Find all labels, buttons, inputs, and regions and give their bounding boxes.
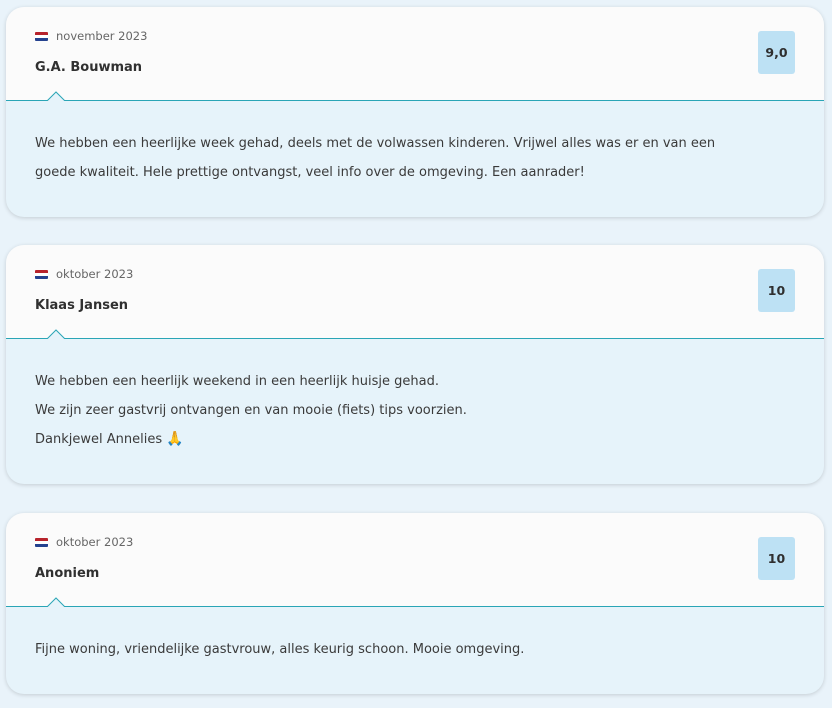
review-card: november 2023 G.A. Bouwman 9,0 We hebben… [6, 7, 824, 217]
folded-hands-icon: 🙏 [166, 431, 184, 447]
review-score: 10 [758, 269, 795, 312]
netherlands-flag-icon [35, 269, 48, 279]
review-text-line: We hebben een heerlijke week gehad, deel… [35, 136, 716, 151]
review-score: 9,0 [758, 31, 795, 74]
review-text-line-content: Dankjewel Annelies [35, 432, 163, 447]
reviewer-name: Klaas Jansen [35, 298, 129, 313]
netherlands-flag-icon [35, 537, 48, 547]
review-card: oktober 2023 Klaas Jansen 10 We hebben e… [6, 245, 824, 484]
review-body: Fijne woning, vriendelijke gastvrouw, al… [6, 607, 824, 664]
speech-notch-icon [47, 597, 65, 607]
review-body: We hebben een heerlijk weekend in een he… [6, 339, 824, 454]
speech-notch-icon [47, 329, 65, 339]
review-date: oktober 2023 [56, 267, 134, 281]
review-header: november 2023 G.A. Bouwman 9,0 [6, 7, 824, 101]
review-text-line: Fijne woning, vriendelijke gastvrouw, al… [35, 642, 525, 657]
review-text-line: We zijn zeer gastvrij ontvangen en van m… [35, 403, 467, 418]
reviewer-name: G.A. Bouwman [35, 60, 143, 75]
review-meta: november 2023 [35, 29, 147, 43]
review-card: oktober 2023 Anoniem 10 Fijne woning, vr… [6, 513, 824, 694]
review-text-line: goede kwaliteit. Hele prettige ontvangst… [35, 165, 585, 180]
review-meta: oktober 2023 [35, 535, 133, 549]
review-header: oktober 2023 Klaas Jansen 10 [6, 245, 824, 339]
review-meta: oktober 2023 [35, 267, 133, 281]
review-header: oktober 2023 Anoniem 10 [6, 513, 824, 607]
review-score: 10 [758, 537, 795, 580]
review-date: november 2023 [56, 29, 148, 43]
review-body: We hebben een heerlijke week gehad, deel… [6, 101, 824, 187]
speech-notch-icon [47, 91, 65, 101]
review-text-line: We hebben een heerlijk weekend in een he… [35, 374, 439, 389]
netherlands-flag-icon [35, 31, 48, 41]
review-text-line: Dankjewel Annelies 🙏 [35, 425, 795, 454]
review-date: oktober 2023 [56, 535, 134, 549]
reviewer-name: Anoniem [35, 566, 100, 581]
